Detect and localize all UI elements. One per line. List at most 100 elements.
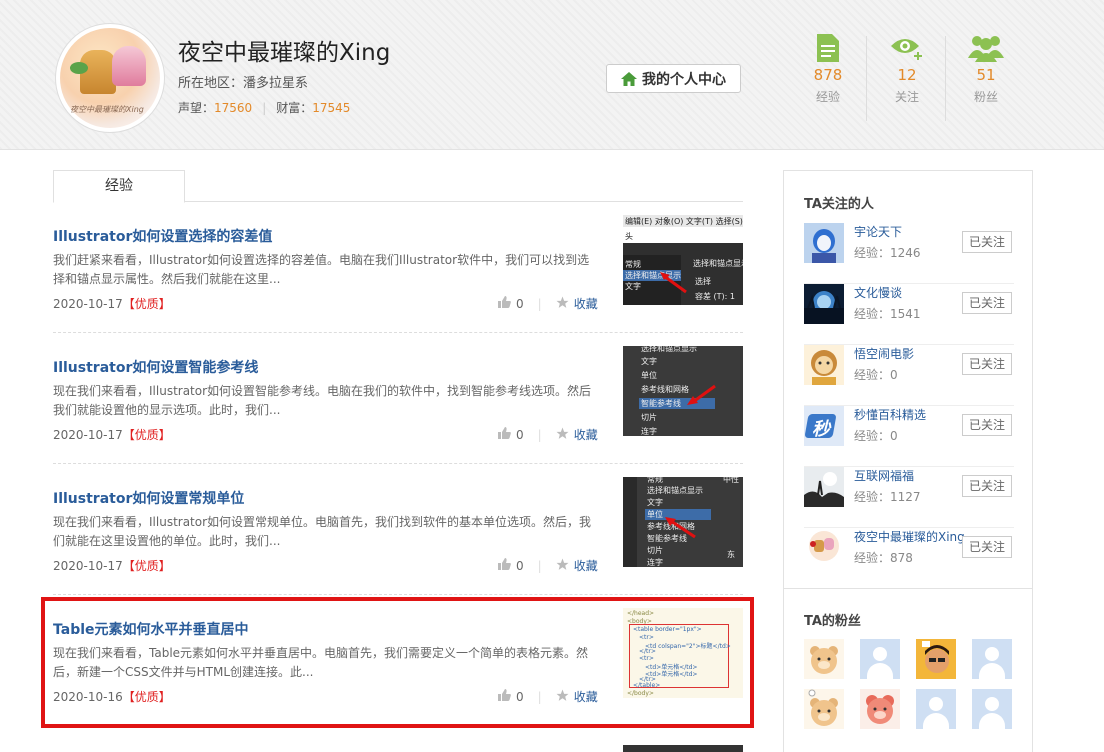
thumb-text: 头 (625, 232, 633, 241)
reputation-label: 声望： (178, 101, 215, 115)
divider (53, 463, 743, 464)
tab-experience[interactable]: 经验 (53, 170, 185, 203)
avatar[interactable] (804, 284, 844, 324)
followed-button[interactable]: 已关注 (962, 292, 1012, 314)
red-arrow-icon (665, 517, 696, 539)
followed-button[interactable]: 已关注 (962, 353, 1012, 375)
like-count: 0 (516, 296, 524, 311)
following-name[interactable]: 文化慢谈 (854, 284, 902, 301)
following-name[interactable]: 悟空闹电影 (854, 345, 914, 362)
following-name[interactable]: 宇论天下 (854, 223, 902, 240)
article-thumbnail[interactable]: 选择和锚点显示 文字 单位 参考线和网格 智能参考线 切片 连字 (623, 346, 743, 436)
favorite-link[interactable]: 收藏 (574, 426, 598, 443)
fan-avatar[interactable] (916, 689, 956, 729)
default-avatar-body (979, 713, 1005, 729)
fans-title: TA的粉丝 (804, 614, 861, 629)
document-icon (793, 34, 863, 62)
following-item: 秒 秒懂百科精选 经验：0 已关注 (804, 406, 1014, 467)
article-thumbnail[interactable]: 常规 选择和锚点显示 文字 单位 参考线和网格 智能参考线 切片 连字 中性 东 (623, 477, 743, 567)
wealth-label: 财富： (276, 101, 313, 115)
thumb-text: 中性 (723, 477, 739, 484)
followed-button[interactable]: 已关注 (962, 536, 1012, 558)
article-thumbnail[interactable] (623, 745, 743, 752)
following-item: 夜空中最璀璨的Xing 经验：878 已关注 (804, 528, 1014, 589)
profile-header: 夜空中最璀璨的Xing 夜空中最璀璨的Xing 所在地区：潘多拉星系 声望：17… (0, 0, 1104, 150)
default-avatar-body (923, 713, 949, 729)
default-avatar-head (985, 697, 999, 711)
avatar[interactable] (804, 345, 844, 385)
default-avatar-head (873, 647, 887, 661)
location-label: 所在地区： (178, 76, 244, 91)
star-icon[interactable] (556, 427, 569, 443)
user-location: 所在地区：潘多拉星系 (178, 72, 308, 91)
article-item: Illustrator如何设置智能参考线 现在我们来看看，Illustrator… (53, 346, 743, 477)
fan-avatar[interactable] (916, 639, 956, 679)
following-name[interactable]: 秒懂百科精选 (854, 406, 926, 423)
favorite-link[interactable]: 收藏 (574, 295, 598, 312)
date-text: 2020-10-17 (53, 559, 123, 573)
article-title[interactable]: Illustrator如何设置选择的容差值 (53, 226, 272, 246)
date-text: 2020-10-17 (53, 297, 123, 311)
avatar[interactable] (804, 223, 844, 263)
like-count: 0 (516, 558, 524, 573)
fan-avatar[interactable] (804, 639, 844, 679)
default-avatar-head (985, 647, 999, 661)
avatar-text: 秒 (812, 419, 830, 440)
thumb-toolbar (623, 477, 637, 567)
people-icon (951, 34, 1021, 62)
quality-badge: 【优质】 (122, 559, 171, 573)
thumb-text: 切片 (641, 413, 657, 422)
avatar[interactable] (804, 467, 844, 507)
article-item: Illustrator如何设置选择的容差值 我们赶紧来看看，Illustrato… (53, 215, 743, 346)
followed-button[interactable]: 已关注 (962, 231, 1012, 253)
divider: | (537, 427, 542, 442)
article-title[interactable]: Illustrator如何设置智能参考线 (53, 357, 258, 377)
fan-avatar[interactable] (972, 689, 1012, 729)
stat-divider (945, 36, 946, 121)
fan-avatar[interactable] (972, 639, 1012, 679)
stat-value: 878 (813, 66, 843, 84)
avatar[interactable]: 秒 (804, 406, 844, 446)
red-arrow-icon (687, 384, 716, 405)
thumb-text: 连字 (641, 427, 657, 436)
thumb-text: 选择 (695, 277, 711, 286)
quality-badge: 【优质】 (122, 428, 171, 442)
stat-label: 关注 (894, 90, 919, 104)
favorite-link[interactable]: 收藏 (574, 557, 598, 574)
avatar[interactable] (804, 528, 844, 568)
avatar-caption: 夜空中最璀璨的Xing (70, 105, 144, 114)
my-center-button[interactable]: 我的个人中心 (606, 64, 741, 93)
thumbs-up-icon[interactable] (498, 427, 511, 442)
fan-avatar[interactable] (804, 689, 844, 729)
wealth-value: 17545 (312, 101, 351, 115)
following-name[interactable]: 夜空中最璀璨的Xing (854, 528, 965, 545)
thumb-text: 文字 (641, 357, 657, 366)
fan-avatar[interactable] (860, 639, 900, 679)
following-item: 互联网福福 经验：1127 已关注 (804, 467, 1014, 528)
stat-divider (866, 36, 867, 121)
thumb-text: 选择和锚点显示 (693, 259, 743, 268)
thumb-text: 选择和锚点显示 (641, 346, 697, 353)
article-title[interactable]: Illustrator如何设置常规单位 (53, 488, 244, 508)
followed-button[interactable]: 已关注 (962, 414, 1012, 436)
stat-experience[interactable]: 878 经验 (793, 34, 863, 105)
annotation-highlight-box (41, 597, 754, 728)
thumbs-up-icon[interactable] (498, 296, 511, 311)
divider (784, 588, 1032, 589)
thumbs-up-icon[interactable] (498, 558, 511, 573)
my-center-label: 我的个人中心 (642, 71, 726, 88)
star-icon[interactable] (556, 558, 569, 574)
article-actions: 0 | 收藏 (498, 557, 598, 574)
article-item: Illustrator如何设置常规单位 现在我们来看看，Illustrator如… (53, 477, 743, 608)
stat-fans[interactable]: 51 粉丝 (951, 34, 1021, 105)
following-name[interactable]: 互联网福福 (854, 467, 914, 484)
article-thumbnail[interactable]: 编辑(E) 对象(O) 文字(T) 选择(S) 头 常规 选择和锚点显示 文字 … (623, 215, 743, 305)
following-exp: 经验：0 (854, 429, 898, 443)
followed-button[interactable]: 已关注 (962, 475, 1012, 497)
user-avatar[interactable]: 夜空中最璀璨的Xing (55, 23, 165, 133)
star-icon[interactable] (556, 296, 569, 312)
following-item: 悟空闹电影 经验：0 已关注 (804, 345, 1014, 406)
fan-avatar[interactable] (860, 689, 900, 729)
stat-following[interactable]: 12 关注 (872, 34, 942, 105)
thumb-text: 东 (727, 550, 735, 559)
